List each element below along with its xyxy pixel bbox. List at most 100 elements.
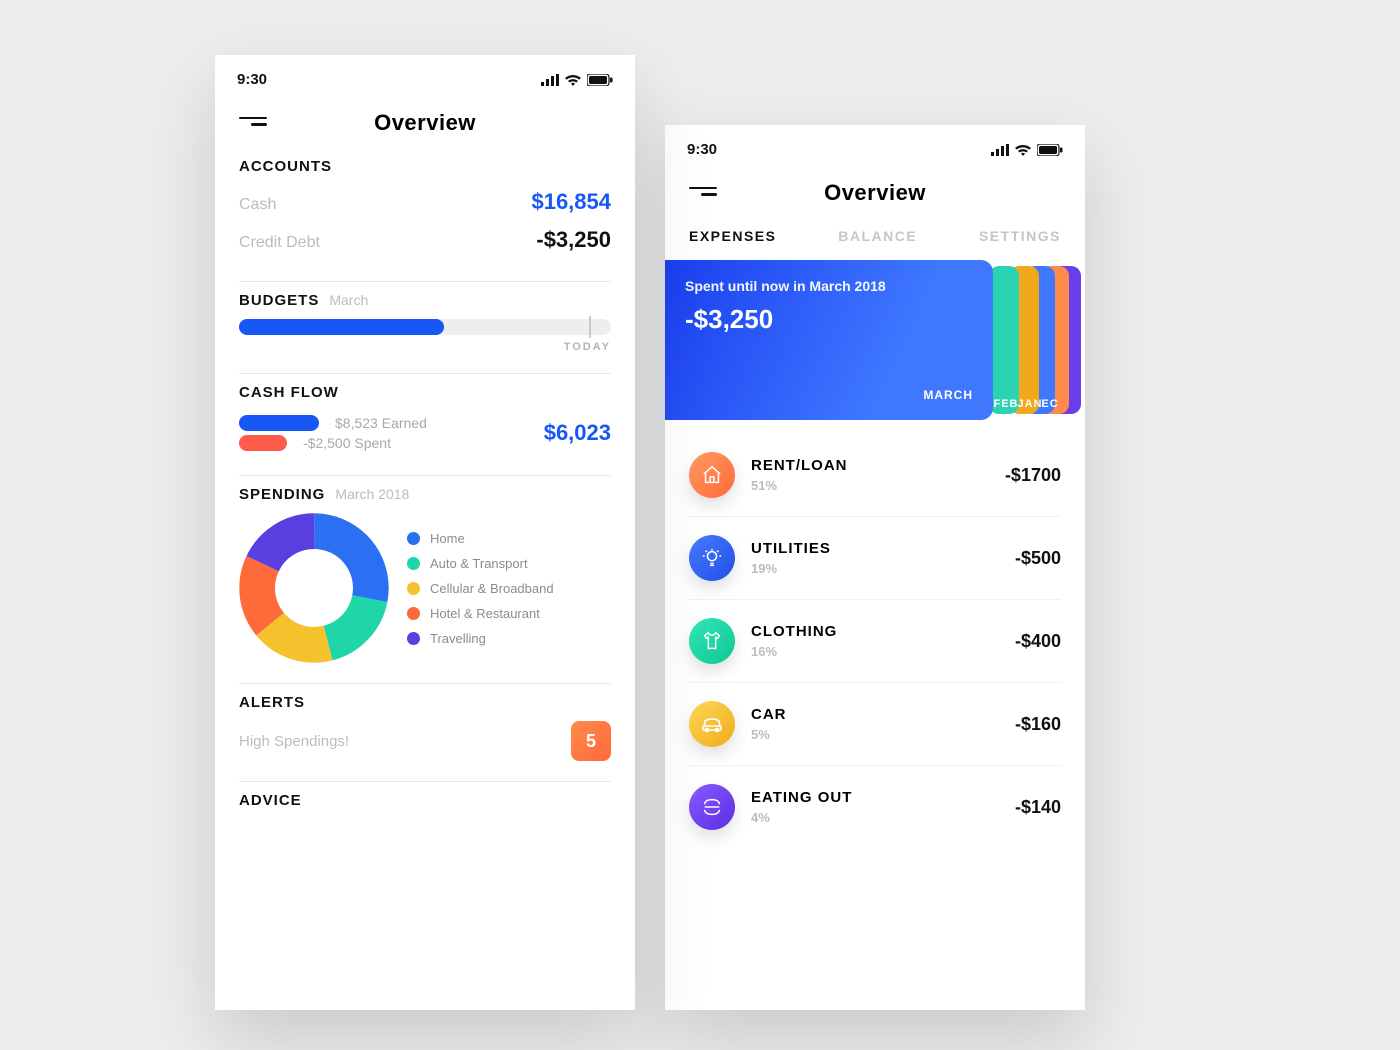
budgets-title: BUDGETS: [239, 292, 319, 309]
expense-item-utilities[interactable]: UTILITIES 19% -$500: [689, 517, 1061, 600]
account-row-debt[interactable]: Credit Debt -$3,250: [239, 223, 611, 261]
tabs: EXPENSES BALANCE SETTINGS: [665, 224, 1085, 256]
home-icon: [689, 452, 735, 498]
cashflow-title: CASH FLOW: [239, 384, 339, 401]
status-icons: [541, 74, 613, 86]
budget-bar-fill: [239, 319, 444, 335]
card-current-month[interactable]: Spent until now in March 2018 -$3,250 MA…: [665, 260, 993, 420]
legend-item[interactable]: Travelling: [407, 631, 554, 646]
page-title: Overview: [239, 110, 611, 136]
legend-label: Home: [430, 531, 465, 546]
account-row-cash[interactable]: Cash $16,854: [239, 185, 611, 223]
tab-balance[interactable]: BALANCE: [838, 228, 917, 244]
page-title: Overview: [689, 180, 1061, 206]
wifi-icon: [1015, 144, 1031, 156]
divider: [239, 373, 611, 374]
accounts-title: ACCOUNTS: [239, 158, 332, 175]
cashflow-earned-row: $8,523 Earned: [239, 415, 544, 431]
signal-icon: [991, 144, 1009, 156]
legend-dot: [407, 532, 420, 545]
expense-pct: 5%: [751, 727, 999, 742]
card-amount: -$3,250: [685, 304, 973, 335]
alert-count-badge[interactable]: 5: [571, 721, 611, 761]
expense-pct: 51%: [751, 478, 989, 493]
budgets-month: March: [329, 292, 368, 308]
legend-dot: [407, 607, 420, 620]
battery-icon: [587, 74, 613, 86]
expense-item-rent[interactable]: RENT/LOAN 51% -$1700: [689, 434, 1061, 517]
budget-today-marker: [589, 316, 591, 338]
cashflow-section: CASH FLOW $8,523 Earned -$2,500 Spent $6…: [215, 380, 635, 469]
account-value: $16,854: [531, 189, 611, 215]
expense-title: EATING OUT: [751, 789, 999, 806]
cashflow-net: $6,023: [544, 420, 611, 446]
phone-overview: 9:30 Overview ACCOUNTS Cash $16,854 Cred…: [215, 55, 635, 1010]
wifi-icon: [565, 74, 581, 86]
expense-amount: -$500: [1015, 548, 1061, 569]
legend-dot: [407, 557, 420, 570]
account-label: Cash: [239, 196, 276, 214]
expense-item-eating[interactable]: EATING OUT 4% -$140: [689, 766, 1061, 848]
status-time: 9:30: [237, 71, 267, 88]
expense-title: RENT/LOAN: [751, 457, 989, 474]
account-value: -$3,250: [536, 227, 611, 253]
spending-month: March 2018: [335, 486, 409, 502]
expense-pct: 16%: [751, 644, 999, 659]
expense-item-clothing[interactable]: CLOTHING 16% -$400: [689, 600, 1061, 683]
legend-item[interactable]: Cellular & Broadband: [407, 581, 554, 596]
spending-donut-chart[interactable]: [239, 513, 389, 663]
legend-label: Hotel & Restaurant: [430, 606, 540, 621]
month-card-stack[interactable]: Spent until now in March 2018 -$3,250 MA…: [665, 260, 1085, 420]
battery-icon: [1037, 144, 1063, 156]
budgets-section: BUDGETS March TODAY: [215, 288, 635, 367]
legend-item[interactable]: Auto & Transport: [407, 556, 554, 571]
budget-bar[interactable]: [239, 319, 611, 335]
status-time: 9:30: [687, 141, 717, 158]
cashflow-spent-row: -$2,500 Spent: [239, 435, 544, 451]
expense-amount: -$140: [1015, 797, 1061, 818]
card-subtitle: Spent until now in March 2018: [685, 278, 973, 294]
tab-settings[interactable]: SETTINGS: [979, 228, 1061, 244]
earned-pill: [239, 415, 319, 431]
app-header: Overview: [215, 96, 635, 154]
expense-title: CLOTHING: [751, 623, 999, 640]
expense-list: RENT/LOAN 51% -$1700 UTILITIES 19% -$500: [665, 430, 1085, 852]
expense-amount: -$160: [1015, 714, 1061, 735]
accounts-section: ACCOUNTS Cash $16,854 Credit Debt -$3,25…: [215, 154, 635, 275]
phone-expenses: 9:30 Overview EXPENSES BALANCE SETTINGS …: [665, 125, 1085, 1010]
spent-pill: [239, 435, 287, 451]
divider: [239, 781, 611, 782]
legend-label: Auto & Transport: [430, 556, 528, 571]
expense-item-car[interactable]: CAR 5% -$160: [689, 683, 1061, 766]
food-icon: [689, 784, 735, 830]
expense-pct: 19%: [751, 561, 999, 576]
account-label: Credit Debt: [239, 234, 320, 252]
expense-amount: -$400: [1015, 631, 1061, 652]
alert-text: High Spendings!: [239, 733, 349, 750]
alerts-section: ALERTS High Spendings! 5: [215, 690, 635, 775]
divider: [239, 475, 611, 476]
alerts-title: ALERTS: [239, 694, 305, 711]
bulb-icon: [689, 535, 735, 581]
legend-label: Travelling: [430, 631, 486, 646]
shirt-icon: [689, 618, 735, 664]
spending-title: SPENDING: [239, 486, 325, 503]
spending-section: SPENDING March 2018 Home Auto & Transport…: [215, 482, 635, 677]
status-icons: [991, 144, 1063, 156]
legend-item[interactable]: Hotel & Restaurant: [407, 606, 554, 621]
divider: [239, 683, 611, 684]
spent-label: -$2,500 Spent: [303, 435, 391, 451]
tab-expenses[interactable]: EXPENSES: [689, 228, 776, 244]
legend-item[interactable]: Home: [407, 531, 554, 546]
card-tab-dec[interactable]: EC: [1035, 398, 1065, 410]
expense-title: CAR: [751, 706, 999, 723]
card-month: MARCH: [685, 388, 973, 402]
card-month-1[interactable]: [989, 266, 1019, 414]
divider: [239, 281, 611, 282]
app-header: Overview: [665, 166, 1085, 224]
expense-amount: -$1700: [1005, 465, 1061, 486]
earned-label: $8,523 Earned: [335, 415, 427, 431]
expense-title: UTILITIES: [751, 540, 999, 557]
legend-dot: [407, 582, 420, 595]
expense-pct: 4%: [751, 810, 999, 825]
